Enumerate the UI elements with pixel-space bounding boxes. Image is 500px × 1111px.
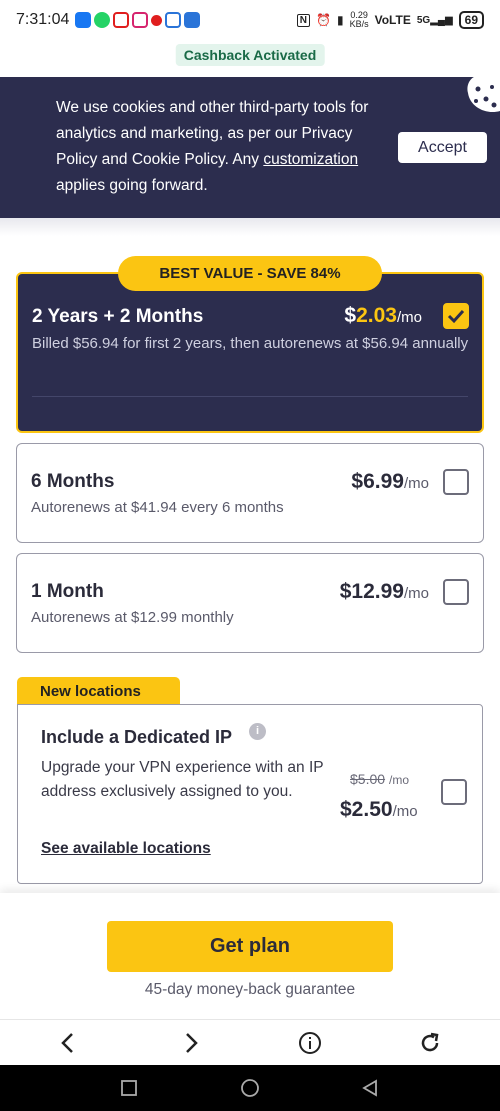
info-icon — [299, 1032, 321, 1054]
plan-checkbox-checked[interactable] — [443, 303, 469, 329]
dedicated-ip-description: Upgrade your VPN experience with an IP a… — [41, 759, 324, 800]
plan-price: $2.03/mo — [344, 304, 422, 327]
status-bar: 7:31:04 N ⏰ ▮ 0.29 KB/s VoLTE 5G▂▄▆ 69 — [0, 0, 500, 40]
dedicated-ip-checkbox[interactable] — [441, 779, 467, 805]
checkout-footer: Get plan 45-day money-back guarantee — [0, 893, 500, 1019]
cookie-banner: We use cookies and other third-party too… — [0, 77, 500, 218]
cookie-icon — [467, 77, 500, 113]
plan-title: 1 Month — [31, 581, 104, 602]
chevron-left-icon — [61, 1033, 73, 1053]
plan-card-6-months[interactable]: 6 Months $6.99/mo Autorenews at $41.94 e… — [16, 443, 484, 543]
reload-icon — [421, 1032, 439, 1052]
plan-checkbox[interactable] — [443, 469, 469, 495]
cloud-icon — [184, 12, 201, 28]
divider — [32, 396, 468, 397]
reload-button[interactable] — [417, 1030, 443, 1056]
plan-checkbox[interactable] — [443, 579, 469, 605]
cookie-text: We use cookies and other third-party too… — [56, 99, 369, 194]
plan-subtitle: Autorenews at $12.99 monthly — [31, 609, 234, 626]
app-icon — [151, 14, 163, 26]
get-plan-button[interactable]: Get plan — [107, 921, 393, 972]
volte-label: VoLTE — [374, 13, 411, 27]
back-button[interactable] — [55, 1030, 81, 1056]
info-icon[interactable]: i — [249, 723, 266, 740]
dedicated-ip-title: Include a Dedicated IP — [41, 727, 233, 747]
notification-icons — [75, 12, 201, 28]
plan-title: 6 Months — [31, 471, 115, 492]
forward-button[interactable] — [178, 1030, 204, 1056]
system-navigation-bar — [0, 1065, 500, 1111]
old-price: $5.00/mo — [350, 771, 410, 787]
cashback-badge: Cashback Activated — [175, 44, 325, 66]
status-time: 7:31:04 — [16, 11, 70, 28]
circle-icon — [241, 1079, 259, 1097]
plan-price: $12.99/mo — [339, 580, 429, 603]
nfc-icon: N — [296, 13, 311, 27]
dedicated-ip-price: $2.50/mo — [340, 798, 418, 821]
app-icon — [165, 12, 182, 28]
customization-link[interactable]: customization — [263, 151, 358, 168]
accept-cookies-button[interactable]: Accept — [398, 132, 487, 163]
see-locations-link[interactable]: See available locations — [41, 840, 211, 858]
status-right: N ⏰ ▮ 0.29 KB/s VoLTE 5G▂▄▆ 69 — [296, 10, 484, 29]
recents-button[interactable] — [119, 1078, 139, 1098]
vibrate-icon: ▮ — [336, 13, 344, 27]
browser-toolbar — [0, 1019, 500, 1065]
whatsapp-icon — [94, 12, 111, 28]
guarantee-text: 45-day money-back guarantee — [144, 981, 356, 998]
check-icon — [447, 309, 465, 324]
app-icon — [132, 12, 149, 28]
plan-subtitle: Billed $56.94 for first 2 years, then au… — [32, 335, 469, 352]
battery-icon: 69 — [458, 11, 484, 29]
system-back-button[interactable] — [360, 1078, 380, 1098]
network-speed: 0.29 KB/s — [349, 10, 369, 29]
best-value-badge: BEST VALUE - SAVE 84% — [118, 256, 382, 291]
youtube-icon — [113, 12, 130, 28]
plan-subtitle: Autorenews at $41.94 every 6 months — [31, 499, 284, 516]
dedicated-ip-card[interactable]: Include a Dedicated IP i Upgrade your VP… — [17, 704, 483, 884]
alarm-icon: ⏰ — [316, 13, 331, 27]
plan-title: 2 Years + 2 Months — [32, 306, 204, 327]
page-info-button[interactable] — [297, 1030, 323, 1056]
divider — [0, 218, 500, 236]
plan-price: $6.99/mo — [351, 470, 429, 493]
chevron-right-icon — [186, 1033, 198, 1053]
square-icon — [121, 1080, 137, 1096]
plan-card-1-month[interactable]: 1 Month $12.99/mo Autorenews at $12.99 m… — [16, 553, 484, 653]
signal-icon: 5G▂▄▆ — [416, 14, 453, 26]
facebook-icon — [75, 12, 92, 28]
triangle-back-icon — [362, 1079, 377, 1097]
plan-card-2-years[interactable]: 2 Years + 2 Months $2.03/mo Billed $56.9… — [16, 272, 484, 433]
home-button[interactable] — [240, 1078, 260, 1098]
